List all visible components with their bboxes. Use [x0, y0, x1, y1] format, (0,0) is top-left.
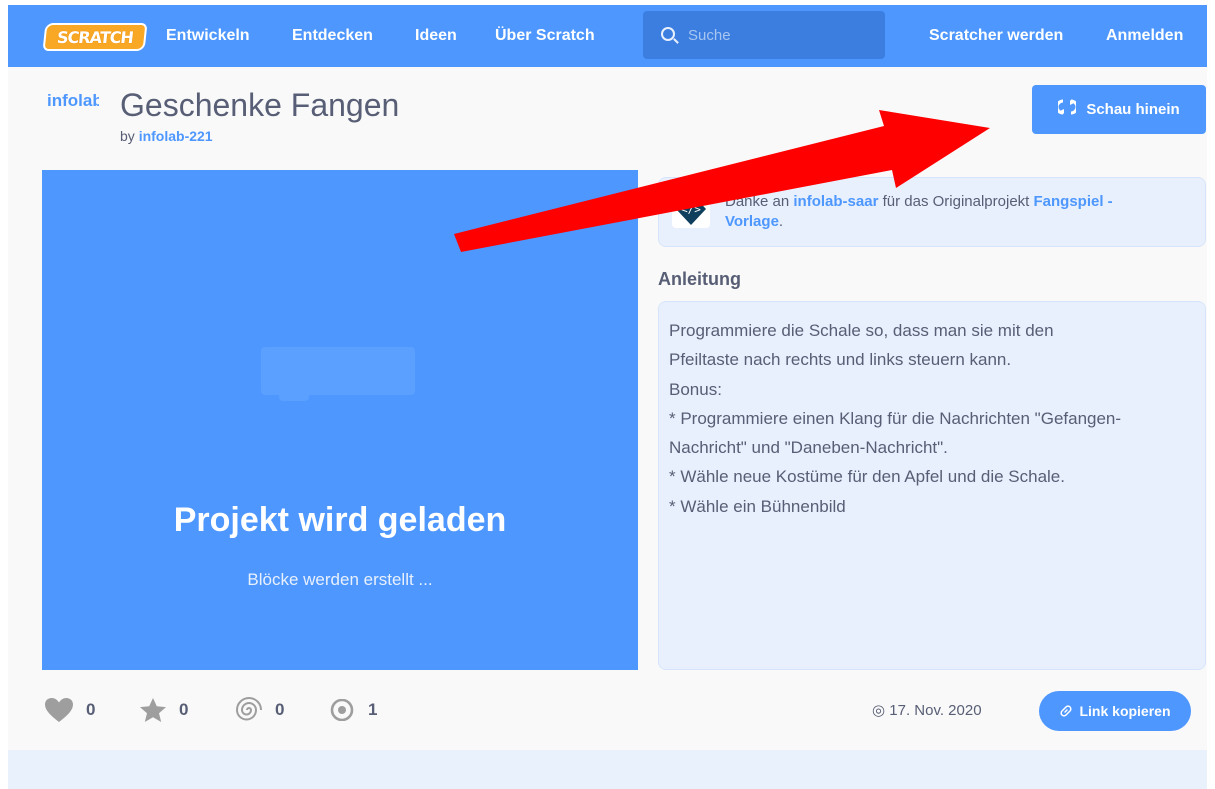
- instructions-line: * Wähle ein Bühnenbild: [669, 496, 846, 516]
- remix-middle: für das Originalprojekt: [882, 193, 1030, 210]
- search-icon: [661, 27, 675, 41]
- copy-link-label: Link kopieren: [1079, 703, 1171, 719]
- instructions-line: Bonus:: [669, 379, 722, 399]
- love-count: 0: [86, 700, 96, 719]
- sign-in-link[interactable]: Anmelden: [1106, 5, 1183, 67]
- loading-status: Blöcke werden erstellt ...: [247, 570, 433, 589]
- loading-block-notch: [279, 391, 309, 401]
- nav-explore[interactable]: Entdecken: [292, 5, 373, 67]
- search-bar[interactable]: [643, 11, 885, 59]
- remix-suffix: .: [778, 213, 784, 230]
- favorite-count: 0: [179, 700, 189, 719]
- loading-title: Projekt wird geladen: [173, 501, 507, 539]
- link-icon: [1060, 705, 1073, 717]
- nav-about[interactable]: Über Scratch: [495, 5, 595, 67]
- nav-create[interactable]: Entwickeln: [166, 5, 250, 67]
- author-link[interactable]: infolab-221: [139, 128, 213, 144]
- top-navbar: SCRATCH Entwickeln Entdecken Ideen Über …: [8, 5, 1207, 67]
- share-date: ◎ 17. Nov. 2020: [872, 701, 982, 719]
- original-project-link-cont[interactable]: Vorlage: [725, 213, 779, 230]
- remix-count: 0: [275, 700, 285, 719]
- share-date-text: 17. Nov. 2020: [889, 702, 982, 719]
- footer-band: [8, 750, 1207, 789]
- remix-credit: </> Danke an infolab-saar für das Origin…: [658, 177, 1206, 247]
- original-project-link[interactable]: Fangspiel -: [1034, 193, 1113, 210]
- project-title: Geschenke Fangen: [120, 87, 400, 123]
- copy-link-button[interactable]: Link kopieren: [1039, 691, 1191, 731]
- views-stat: 1: [328, 698, 377, 722]
- favorite-stat[interactable]: 0: [139, 698, 188, 722]
- search-input[interactable]: [688, 24, 873, 46]
- instructions-heading: Anleitung: [658, 269, 741, 289]
- project-stats: 0 0 0 1 ◎ 17. Nov. 2020 Link kopieren: [8, 689, 1207, 731]
- author-avatar[interactable]: infolab: [47, 91, 99, 111]
- clock-icon: ◎: [872, 702, 886, 719]
- instructions-line: Pfeiltaste nach rechts und links steuern…: [669, 350, 1012, 370]
- remix-spiral-icon: [235, 697, 262, 721]
- instructions-box: Programmiere die Schale so, dass man sie…: [658, 301, 1206, 670]
- remix-prefix: Danke an: [725, 193, 790, 210]
- instructions-line: * Wähle neue Kostüme für den Apfel und d…: [669, 467, 1065, 487]
- project-byline: by infolab-221: [120, 128, 213, 144]
- project-stage[interactable]: Projekt wird geladen Blöcke werden erste…: [42, 170, 638, 670]
- star-icon: [140, 698, 166, 722]
- svg-text:</>: </>: [681, 203, 701, 216]
- loading-block-icon: [261, 347, 415, 395]
- project-code-icon: </>: [672, 190, 710, 228]
- nav-ideas[interactable]: Ideen: [415, 5, 457, 67]
- remix-credit-text: Danke an infolab-saar für das Originalpr…: [725, 192, 1195, 232]
- see-inside-label: Schau hinein: [1086, 101, 1180, 118]
- remix-arrows-icon: [1055, 99, 1079, 120]
- project-page: infolab Geschenke Fangen by infolab-221 …: [8, 67, 1207, 750]
- eye-icon: [330, 699, 354, 721]
- see-inside-button[interactable]: Schau hinein: [1032, 85, 1206, 134]
- love-stat[interactable]: 0: [44, 698, 95, 722]
- remix-stat: 0: [235, 697, 285, 722]
- instructions-line: * Programmiere einen Klang für die Nachr…: [669, 408, 1122, 428]
- heart-icon: [45, 698, 73, 722]
- logo-text: SCRATCH: [56, 27, 134, 47]
- by-label: by: [120, 128, 135, 144]
- join-scratch-link[interactable]: Scratcher werden: [929, 5, 1063, 67]
- instructions-line: Programmiere die Schale so, dass man sie…: [669, 321, 1054, 340]
- views-count: 1: [368, 700, 378, 719]
- scratch-logo[interactable]: SCRATCH: [42, 23, 148, 51]
- original-author-link[interactable]: infolab-saar: [793, 193, 878, 210]
- instructions-line: Nachricht" und "Daneben-Nachricht".: [669, 438, 948, 458]
